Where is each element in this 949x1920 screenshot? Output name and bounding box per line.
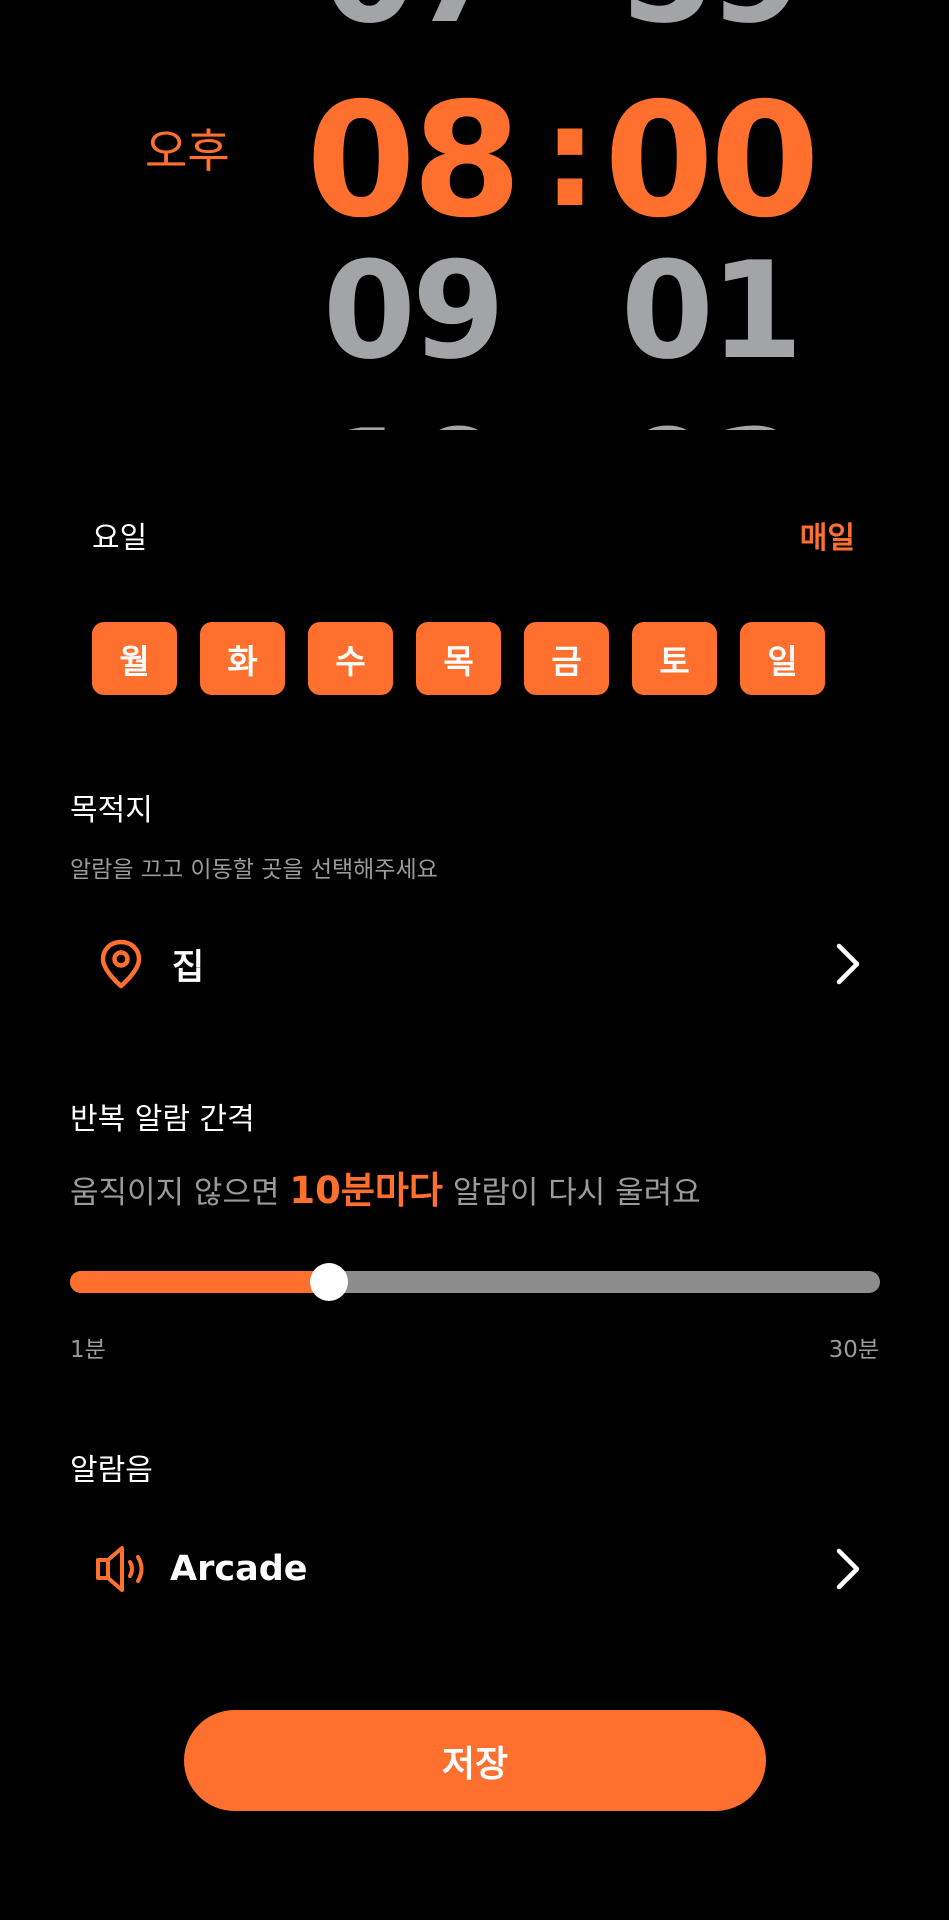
day-sat[interactable]: 토 <box>632 622 717 695</box>
sound-value: Arcade <box>170 1549 308 1589</box>
chevron-right-icon <box>836 1548 860 1590</box>
weekdays-mode[interactable]: 매일 <box>800 513 855 557</box>
time-separator: : <box>542 76 598 239</box>
destination-row[interactable]: 집 <box>70 919 880 1009</box>
minute-option[interactable]: 02 <box>621 412 803 430</box>
hour-option[interactable]: 07 <box>323 0 505 42</box>
minute-option[interactable]: 59 <box>621 0 803 42</box>
minute-selected[interactable]: 00 <box>604 82 820 240</box>
slider-min-label: 1분 <box>70 1337 106 1363</box>
repeat-description: 움직이지 않으면 10분마다 알람이 다시 울려요 <box>70 1160 701 1214</box>
slider-fill <box>70 1271 330 1293</box>
ampm-label[interactable]: 오후 <box>145 115 230 181</box>
hour-option[interactable]: 10 <box>323 412 505 430</box>
destination-subtitle: 알람을 끄고 이동할 곳을 선택해주세요 <box>70 857 438 883</box>
slider-thumb[interactable] <box>310 1263 349 1301</box>
day-thu[interactable]: 목 <box>416 622 501 695</box>
hour-option[interactable]: 09 <box>323 244 505 378</box>
day-wed[interactable]: 수 <box>308 622 393 695</box>
destination-title: 목적지 <box>70 793 153 828</box>
sound-title: 알람음 <box>70 1453 153 1488</box>
time-picker[interactable]: 오후 07 08 09 10 : 59 00 01 02 <box>0 0 949 430</box>
repeat-title: 반복 알람 간격 <box>70 1102 255 1137</box>
slider-max-label: 30분 <box>828 1337 879 1363</box>
destination-value: 집 <box>172 947 205 988</box>
hour-selected[interactable]: 08 <box>306 82 522 240</box>
weekdays-title: 요일 <box>92 521 148 556</box>
day-mon[interactable]: 월 <box>92 622 177 695</box>
repeat-desc-prefix: 움직이지 않으면 <box>70 1175 280 1211</box>
day-fri[interactable]: 금 <box>524 622 609 695</box>
minute-option[interactable]: 01 <box>621 244 803 378</box>
sound-row[interactable]: Arcade <box>70 1524 880 1614</box>
chevron-right-icon <box>836 943 860 985</box>
repeat-desc-suffix: 알람이 다시 울려요 <box>452 1175 701 1211</box>
repeat-desc-highlight: 10분마다 <box>289 1169 443 1212</box>
save-button[interactable]: 저장 <box>184 1710 766 1811</box>
location-pin-icon <box>100 939 142 989</box>
day-tue[interactable]: 화 <box>200 622 285 695</box>
speaker-icon <box>96 1546 144 1592</box>
repeat-interval-slider[interactable] <box>70 1263 880 1301</box>
day-sun[interactable]: 일 <box>740 622 825 695</box>
